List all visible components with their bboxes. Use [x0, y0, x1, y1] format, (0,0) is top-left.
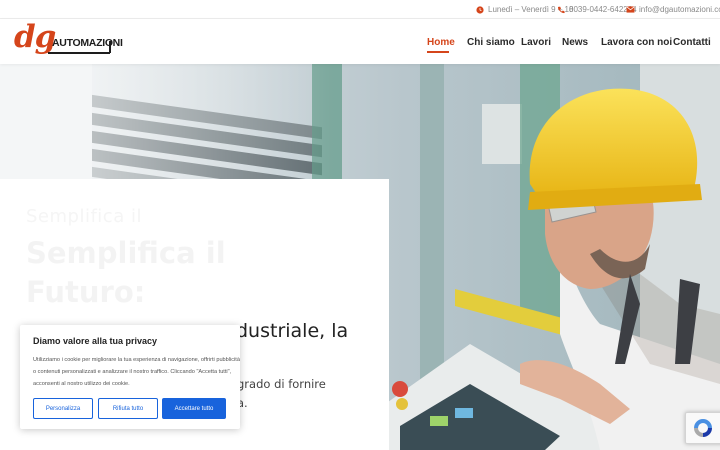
cookie-accept-button[interactable]: Accettare tutto	[162, 398, 226, 419]
email-text[interactable]: info@dgautomazioni.com	[639, 5, 720, 14]
email-contact[interactable]: info@dgautomazioni.com	[626, 0, 720, 19]
cookie-customize-button[interactable]: Personalizza	[33, 398, 93, 419]
cookie-consent-banner: Diamo valore alla tua privacy Utilizziam…	[20, 325, 240, 429]
recaptcha-badge[interactable]	[685, 412, 720, 444]
logo-wordmark: AUTOMAZIONI	[52, 37, 123, 49]
hero-subheading: dustriale, la	[236, 320, 349, 342]
cookie-reject-button[interactable]: Rifiuta tutto	[98, 398, 158, 419]
clock-icon	[476, 5, 484, 14]
cookie-text-line: Utilizziamo i cookie per migliorare la t…	[33, 357, 240, 363]
logo-tick	[109, 41, 111, 53]
nav-active-indicator	[427, 51, 449, 53]
nav-chi-siamo[interactable]: Chi siamo	[467, 38, 515, 48]
hero-eyebrow-faded: Semplifica il	[26, 206, 142, 227]
logo-mark: dg	[14, 19, 56, 55]
cookie-text-line: acconsenti al nostro utilizzo dei cookie…	[33, 381, 130, 387]
site-header: dg AUTOMAZIONI Home Chi siamo Lavori New…	[0, 19, 720, 64]
phone-icon	[557, 6, 565, 13]
hero-body-line1: grado di fornire	[237, 377, 326, 391]
nav-lavori[interactable]: Lavori	[521, 38, 551, 48]
top-info-bar: Lunedì – Venerdì 9 – 18 0039-0442-642264…	[0, 0, 720, 19]
nav-home[interactable]: Home	[427, 38, 455, 48]
site-logo[interactable]: dg AUTOMAZIONI	[14, 19, 123, 59]
cookie-text-line: o contenuti personalizzati e analizzare …	[33, 369, 232, 375]
nav-lavora-con-noi[interactable]: Lavora con noi	[601, 38, 672, 48]
envelope-icon	[626, 6, 635, 13]
logo-underline	[48, 52, 110, 54]
hero-headline-line2: Futuro:	[26, 275, 146, 309]
cookie-title: Diamo valore alla tua privacy	[33, 336, 158, 346]
cookie-description: Utilizziamo i cookie per migliorare la t…	[33, 354, 240, 390]
nav-news[interactable]: News	[562, 38, 588, 48]
nav-contatti[interactable]: Contatti	[673, 38, 711, 48]
recaptcha-icon	[694, 419, 712, 437]
phone-contact[interactable]: 0039-0442-642264	[557, 0, 637, 19]
hero-headline-line1: Semplifica il	[26, 236, 226, 270]
